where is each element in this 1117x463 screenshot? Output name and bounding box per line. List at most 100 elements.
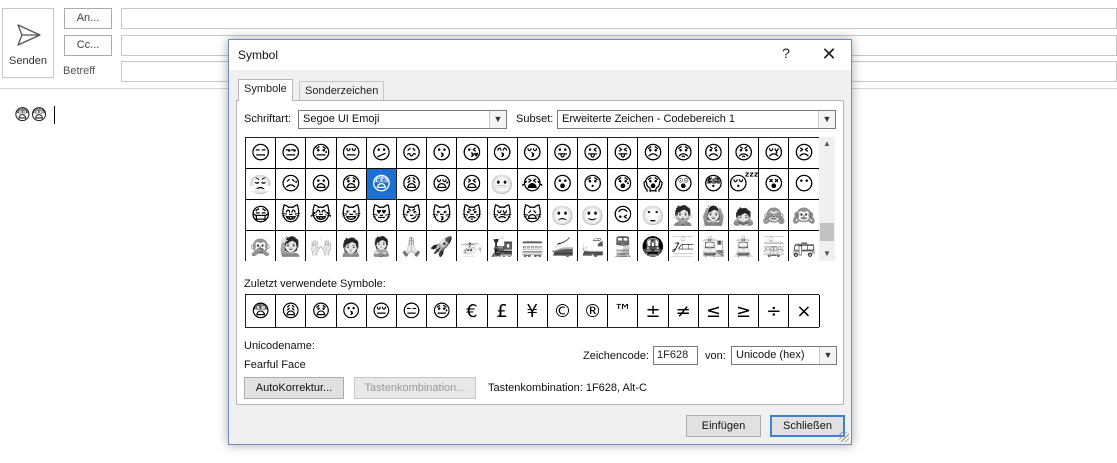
symbol-cell[interactable]: 😚	[517, 138, 548, 169]
symbol-cell[interactable]: 😰	[608, 169, 639, 200]
recent-symbol-cell[interactable]: ±	[638, 295, 669, 327]
symbol-cell[interactable]: 🙅	[668, 200, 699, 231]
symbol-cell[interactable]: 😿	[487, 200, 518, 231]
chevron-down-icon[interactable]: ▼	[818, 111, 835, 128]
recent-symbol-cell[interactable]: 😔	[366, 295, 397, 327]
symbol-cell[interactable]: 😸	[276, 200, 307, 231]
recent-symbol-cell[interactable]: €	[457, 295, 488, 327]
symbol-cell[interactable]: 😫	[457, 169, 488, 200]
symbol-cell[interactable]: 😲	[668, 169, 699, 200]
symbol-cell[interactable]: 😟	[668, 138, 699, 169]
symbol-cell[interactable]: 🙌	[306, 231, 337, 261]
symbol-cell[interactable]: 🚈	[668, 231, 699, 261]
recent-symbol-cell[interactable]: ≤	[698, 295, 729, 327]
symbol-cell[interactable]: 😑	[246, 138, 277, 169]
symbol-cell[interactable]: 😥	[276, 169, 307, 200]
scroll-down-icon[interactable]: ▼	[819, 247, 835, 261]
symbol-cell[interactable]: 😣	[789, 138, 819, 169]
close-icon[interactable]: ✕	[817, 44, 841, 66]
symbol-cell[interactable]: 😡	[729, 138, 760, 169]
recent-symbol-cell[interactable]: ®	[578, 295, 609, 327]
send-button[interactable]: Senden	[2, 8, 54, 78]
symbol-cell[interactable]: 🙊	[246, 231, 277, 261]
symbol-cell[interactable]: 😮	[547, 169, 579, 200]
recent-symbol-cell[interactable]: ™	[608, 295, 639, 327]
recent-symbol-cell[interactable]: ×	[789, 295, 820, 327]
symbol-cell[interactable]: 😝	[608, 138, 639, 169]
symbol-cell[interactable]: 🙎	[366, 231, 397, 261]
symbol-cell[interactable]: 🚋	[759, 231, 790, 261]
symbol-cell[interactable]: 🚂	[487, 231, 518, 261]
symbol-cell[interactable]: 😷	[246, 200, 277, 231]
help-icon[interactable]: ?	[777, 45, 795, 63]
symbol-cell[interactable]: 🙇	[729, 200, 760, 231]
symbol-cell[interactable]: 😧	[336, 169, 367, 200]
symbol-cell[interactable]: 😳	[698, 169, 729, 200]
symbol-cell[interactable]: 🙆	[698, 200, 729, 231]
symbol-cell[interactable]: 😬	[487, 169, 518, 200]
symbol-cell[interactable]: 😙	[487, 138, 518, 169]
tab-special-characters[interactable]: Sonderzeichen	[299, 81, 385, 101]
recent-symbol-cell[interactable]: £	[487, 295, 518, 327]
symbol-cell[interactable]: 😩	[396, 169, 428, 200]
symbol-cell[interactable]: 😺	[336, 200, 367, 231]
symbol-cell[interactable]: 🙋	[276, 231, 307, 261]
symbol-cell[interactable]: 😜	[578, 138, 609, 169]
recent-symbol-cell[interactable]: 😑	[396, 295, 428, 327]
tab-symbols[interactable]: Symbole	[238, 79, 293, 101]
scroll-up-icon[interactable]: ▲	[819, 137, 835, 151]
symbol-cell[interactable]: 😦	[306, 169, 337, 200]
symbol-cell[interactable]: 😪	[427, 169, 458, 200]
symbol-cell[interactable]: 🚌	[789, 231, 819, 261]
to-field[interactable]	[121, 8, 1117, 29]
symbol-cell[interactable]: 🙉	[789, 200, 819, 231]
autocorrect-button[interactable]: AutoKorrektur...	[244, 377, 344, 399]
chevron-down-icon[interactable]: ▼	[489, 111, 506, 128]
symbol-cell[interactable]: 😵	[759, 169, 790, 200]
recent-symbol-cell[interactable]: 😩	[276, 295, 307, 327]
symbol-cell[interactable]: 🙍	[336, 231, 367, 261]
symbol-grid-scrollbar[interactable]: ▲ ▼	[819, 137, 835, 261]
symbol-cell[interactable]: 🙈	[759, 200, 790, 231]
symbol-cell[interactable]: 😽	[427, 200, 458, 231]
recent-symbol-cell[interactable]: 😗	[336, 295, 367, 327]
chevron-down-icon[interactable]: ▼	[819, 347, 836, 364]
symbol-cell[interactable]: 😴	[728, 169, 760, 200]
symbol-cell[interactable]: 😗	[427, 138, 458, 169]
symbol-cell[interactable]: 😛	[547, 138, 579, 169]
symbol-cell[interactable]: 😨	[366, 169, 397, 200]
recent-symbol-cell[interactable]: 😓	[427, 295, 458, 327]
symbol-cell[interactable]: 😠	[698, 138, 729, 169]
symbol-cell[interactable]: 😯	[578, 169, 609, 200]
recent-symbol-cell[interactable]: 😧	[306, 295, 337, 327]
recent-symbol-cell[interactable]: ÷	[759, 295, 790, 327]
symbol-cell[interactable]: 😶	[789, 169, 819, 200]
recent-symbol-cell[interactable]: ≠	[668, 295, 699, 327]
symbol-cell[interactable]: 😻	[366, 200, 397, 231]
scroll-thumb[interactable]	[820, 223, 834, 241]
symbol-cell[interactable]: 😹	[306, 200, 337, 231]
symbol-cell[interactable]: 😤	[246, 169, 277, 200]
symbol-cell[interactable]: 😞	[638, 138, 669, 169]
from-select[interactable]: Unicode (hex) ▼	[731, 346, 837, 365]
resize-grip[interactable]	[839, 432, 849, 442]
symbol-cell[interactable]: 😢	[759, 138, 790, 169]
symbol-cell[interactable]: 😼	[396, 200, 428, 231]
symbol-cell[interactable]: 🚉	[698, 231, 729, 261]
symbol-cell[interactable]: 🚃	[517, 231, 548, 261]
symbol-cell[interactable]: 😘	[457, 138, 488, 169]
close-button[interactable]: Schließen	[770, 415, 845, 437]
message-body-text[interactable]: 😨😨	[14, 106, 47, 124]
symbol-cell[interactable]: 🚊	[729, 231, 760, 261]
symbol-cell[interactable]: 🙄	[638, 200, 669, 231]
symbol-cell[interactable]: 😖	[396, 138, 428, 169]
symbol-cell[interactable]: 🚆	[608, 231, 639, 261]
recent-symbol-cell[interactable]: ¥	[517, 295, 548, 327]
symbol-cell[interactable]: 🚇	[638, 231, 669, 261]
symbol-cell[interactable]: 😾	[457, 200, 488, 231]
symbol-grid[interactable]: 😑 😒 😓 😔 😕 😖 😗 😘 😙 😚 😛 😜 😝 😞 😟 😠 😡 😢 😣 😤 😥 😦 😧 😨 😩 😪 😫 😬 😭 😮 😯 😰 😱 😲 😳 😴 😵 😶 😷 😸…	[245, 137, 819, 261]
recent-symbol-cell[interactable]: ≥	[729, 295, 760, 327]
symbol-cell[interactable]: 😕	[366, 138, 397, 169]
symbol-cell[interactable]: 😱	[638, 169, 669, 200]
symbol-cell[interactable]: 🙏	[396, 231, 428, 261]
